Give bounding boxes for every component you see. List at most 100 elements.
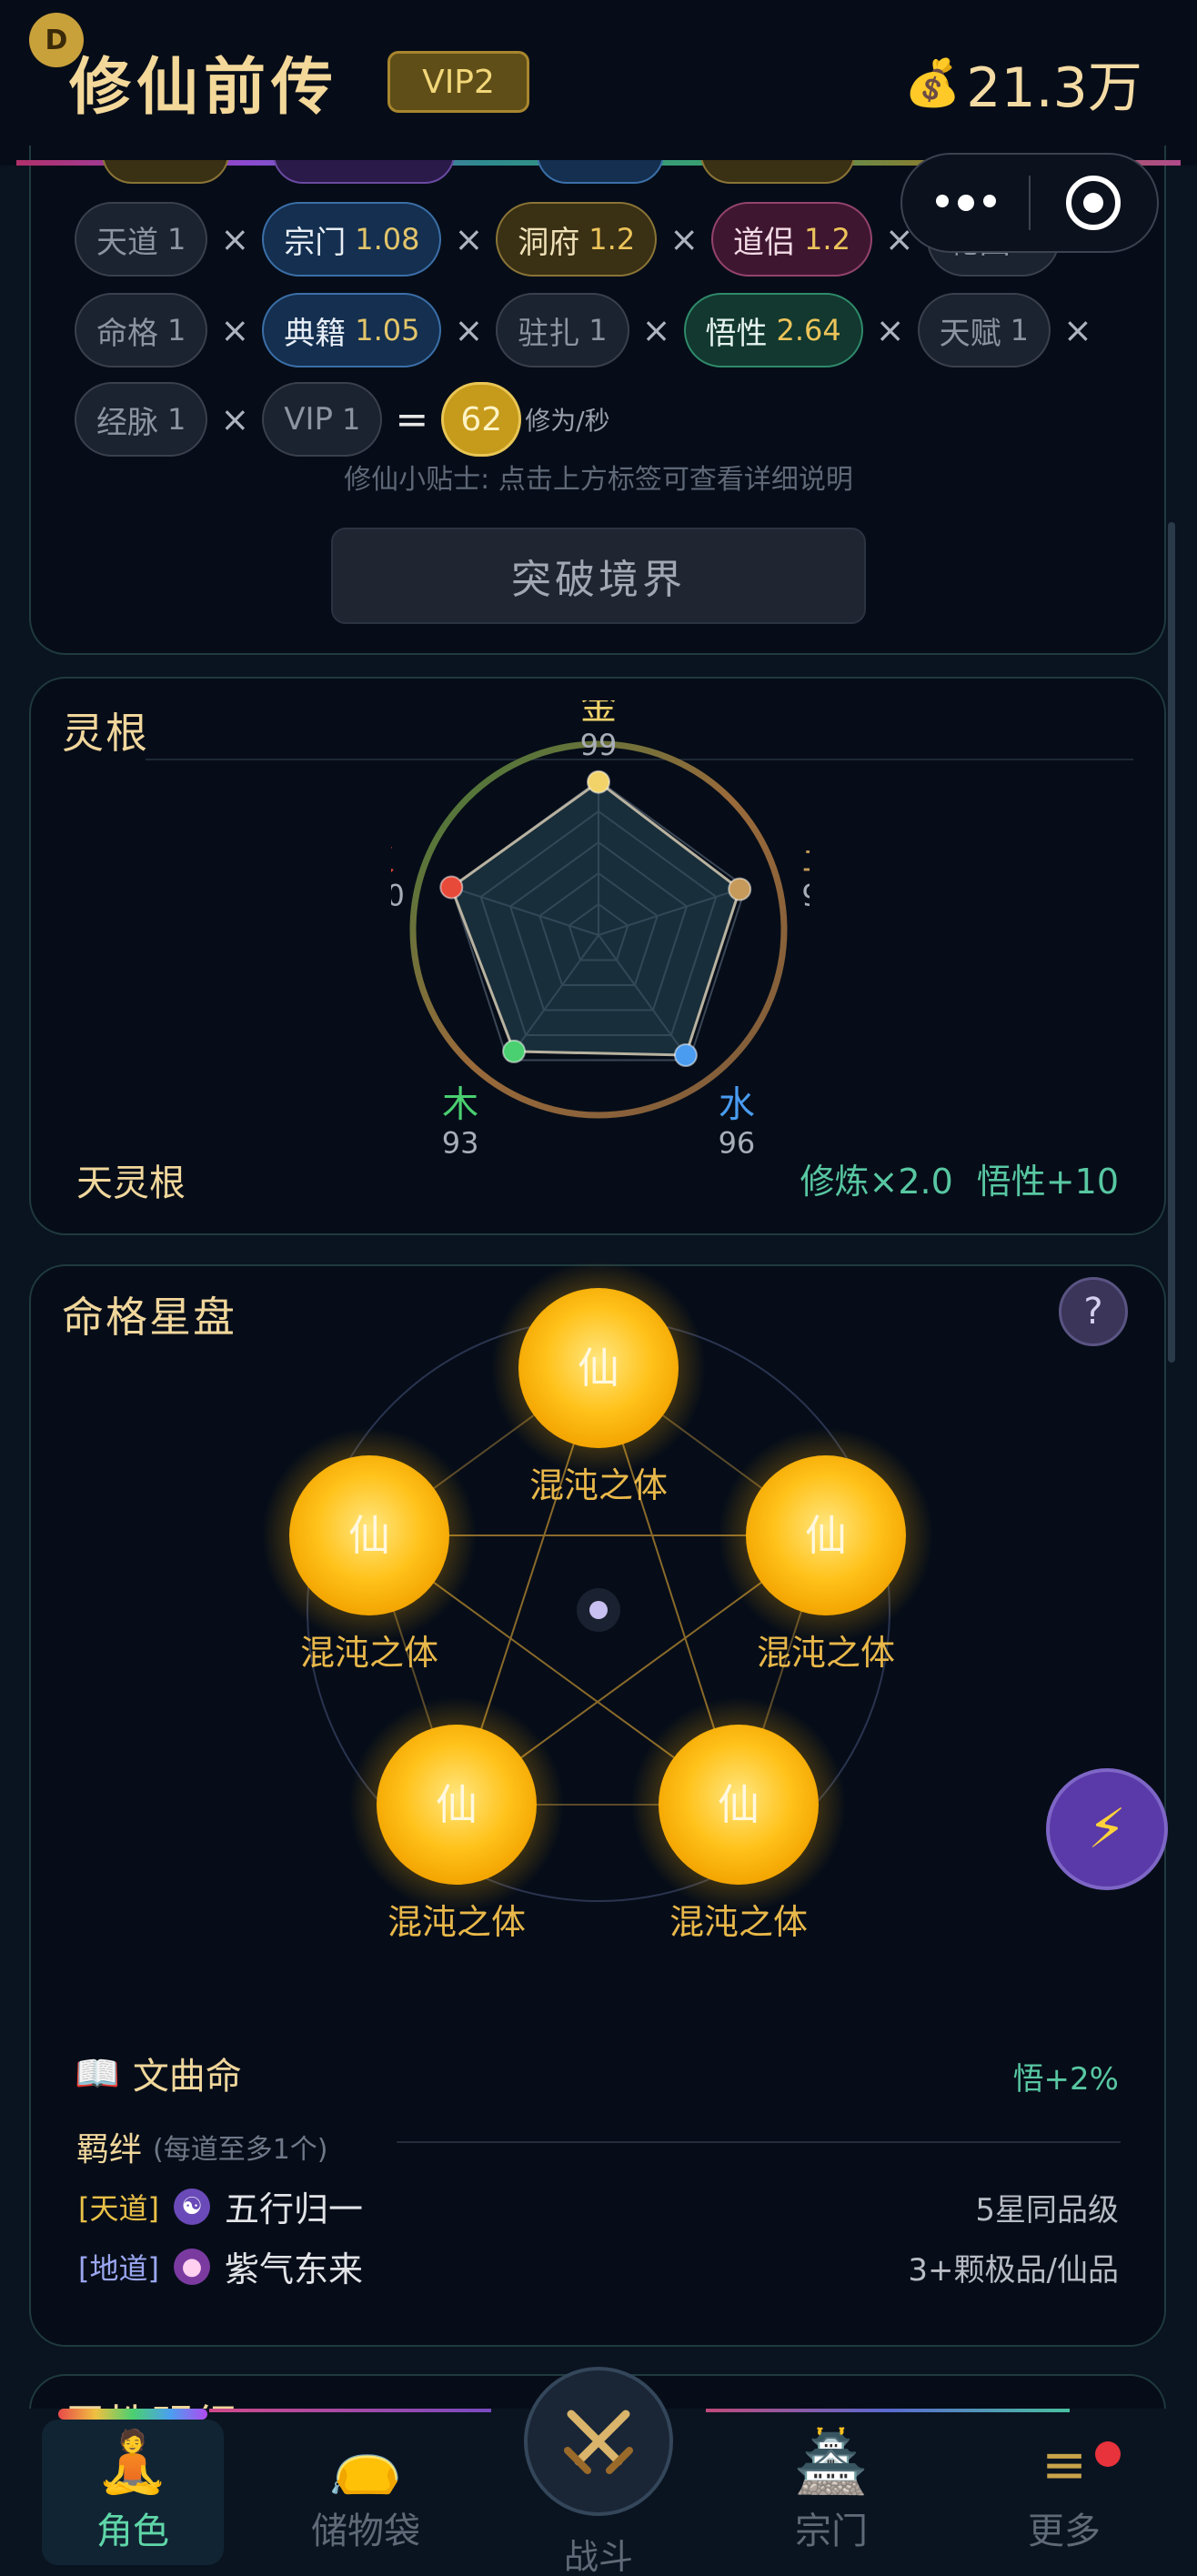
bond-row[interactable]: [天道] ☯ 五行归一 [78,2181,363,2231]
star-node-label: 混沌之体 [387,1902,526,1942]
nav-sect[interactable]: 🏯 宗门 [740,2420,922,2565]
scrolled-chips-edge [55,160,873,186]
crossed-swords-icon [564,2410,633,2474]
close-target-icon[interactable] [1031,176,1157,230]
chip-comprehension[interactable]: 悟性 2.64 [683,293,863,367]
radar-element-name: 木 [442,1084,478,1126]
cultivation-rate-unit: 修为/秒 [525,406,610,436]
times-sign: × [875,310,905,350]
bond-title: 羁绊 [76,2131,143,2168]
bond-requirement: 5星同品级 [975,2192,1119,2229]
chip-fate[interactable]: 命格 1 [75,293,208,367]
chip-station[interactable]: 驻扎 1 [496,293,629,367]
radar-element-value: 96 [719,1126,756,1155]
radar-point [502,1039,527,1063]
formula-row-3: 经脉 1 × VIP 1 = 62 修为/秒 [75,382,610,457]
scrollbar[interactable] [1168,522,1175,1363]
star-node-glyph: 仙 [578,1343,619,1393]
bond-header: 羁绊 (每道至多1个) [76,2123,328,2170]
nav-stripe [209,2409,491,2412]
bond-tag: [地道] [78,2250,159,2286]
meditation-icon: 🧘 [95,2427,171,2497]
book-icon: 📖 [75,2052,120,2095]
spirit-root-title: 灵根 [62,709,149,758]
times-sign: × [220,310,250,350]
radar-element-name: 水 [719,1084,755,1126]
radar-element-value: 96 [801,878,810,912]
star-node[interactable]: 仙混沌之体 [631,1697,846,1942]
peek-chip [273,160,455,184]
star-node-glyph: 仙 [805,1511,847,1560]
breakthrough-button[interactable]: 突破境界 [331,528,866,624]
radar-element-name: 土 [802,836,810,878]
bond-row[interactable]: [地道] ● 紫气东来 [78,2241,363,2291]
vip-badge[interactable]: VIP2 [387,51,529,113]
fate-name: 文曲命 [132,2056,242,2098]
app-title: 修仙前传 [69,52,339,124]
fate-row[interactable]: 📖 文曲命 [75,2047,242,2099]
radar-point [673,1043,698,1068]
lightning-button[interactable]: ⚡ [1046,1768,1168,1890]
spirit-root-type: 天灵根 [76,1162,186,1204]
bond-requirement: 3+颗极品/仙品 [908,2252,1119,2289]
chip-sect[interactable]: 宗门 1.08 [262,202,442,277]
chip-cave[interactable]: 洞府 1.2 [496,202,658,277]
star-node[interactable]: 仙混沌之体 [491,1261,706,1505]
chip-vip[interactable]: VIP 1 [262,382,383,457]
nav-character[interactable]: 🧘 角色 [42,2420,224,2565]
star-node[interactable]: 仙混沌之体 [719,1428,933,1673]
help-button[interactable]: ? [1059,1277,1128,1346]
star-node[interactable]: 仙混沌之体 [262,1428,477,1673]
star-center-dot [589,1601,608,1619]
chip-talent[interactable]: 天赋 1 [917,293,1051,367]
nav-more[interactable]: ≡ 更多 [973,2420,1155,2565]
money-bag-icon: 💰 [904,56,961,109]
star-node-label: 混沌之体 [669,1902,808,1942]
bag-icon: 👝 [327,2427,404,2497]
spirit-root-bonus: 修炼×2.0 悟性+10 [800,1153,1119,1203]
equals-sign: = [395,396,429,443]
bond-name: 紫气东来 [224,2249,363,2289]
nav-label: 储物袋 [311,2511,420,2552]
chip-tiandao[interactable]: 天道 1 [75,202,208,277]
peek-chip [102,160,229,184]
nav-storage[interactable]: 👝 储物袋 [275,2420,457,2565]
bond-subtitle: (每道至多1个) [153,2134,328,2166]
nav-label: 宗门 [795,2511,868,2552]
times-sign: × [220,399,250,439]
spirit-root-radar[interactable]: 金99土96水96木93火100 [391,700,810,1155]
chip-companion[interactable]: 道侣 1.2 [711,202,872,277]
bond-divider [397,2141,1121,2143]
yin-yang-icon: ☯ [173,2188,210,2225]
formula-row-2: 命格 1 × 典籍 1.05 × 驻扎 1 × 悟性 2.64 × 天赋 1 × [75,293,1105,367]
bond-name: 五行归一 [224,2189,363,2229]
cultivation-rate: 62 [441,382,522,457]
money-amount: 21.3万 [966,56,1142,120]
radar-element-value: 99 [580,728,618,762]
peek-chip [537,160,664,184]
chip-meridian[interactable]: 经脉 1 [75,382,208,457]
mini-program-capsule [900,153,1159,253]
crystal-ball-icon: ● [173,2248,210,2285]
radar-value-shape [449,780,741,1057]
rainbow-bar [58,2409,207,2420]
peek-chip [700,160,855,184]
star-node-glyph: 仙 [436,1780,478,1829]
tip-text: 修仙小贴士: 点击上方标签可查看详细说明 [344,464,853,496]
app-header: D 修仙前传 VIP2 💰 21.3万 [0,0,1197,166]
times-sign: × [641,310,671,350]
nav-battle[interactable] [524,2367,673,2516]
chip-scripture[interactable]: 典籍 1.05 [262,293,442,367]
star-node-glyph: 仙 [348,1511,390,1560]
nav-battle-label: 战斗 [563,2537,633,2576]
radar-element-name: 金 [580,700,617,728]
radar-element-value: 100 [391,878,405,912]
star-node[interactable]: 仙混沌之体 [349,1697,564,1942]
nav-label: 更多 [1028,2511,1101,2552]
notification-dot [1095,2441,1121,2467]
temple-icon: 🏯 [793,2427,870,2497]
menu-icon: ≡ [1041,2433,1088,2497]
radar-point [728,877,752,901]
star-node-label: 混沌之体 [757,1633,895,1673]
more-options-icon[interactable] [902,195,1029,211]
